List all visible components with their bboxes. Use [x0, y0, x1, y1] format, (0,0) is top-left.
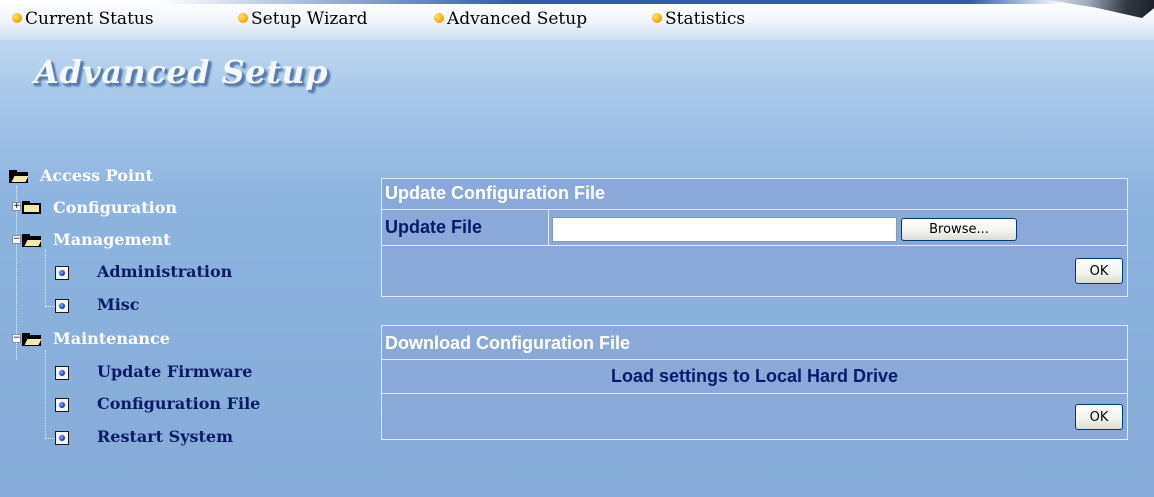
tree-item-misc[interactable]: Misc: [97, 295, 140, 315]
tree-connector: [45, 250, 46, 306]
download-config-panel: Download Configuration File Load setting…: [381, 325, 1128, 440]
update-file-input[interactable]: [552, 217, 897, 242]
page-title: Advanced Setup: [34, 53, 329, 91]
bullet-icon: [652, 13, 662, 23]
update-panel-title: Update Configuration File: [385, 183, 605, 203]
tree-item-configuration[interactable]: Configuration: [53, 198, 177, 218]
download-ok-button[interactable]: OK: [1075, 404, 1123, 430]
expand-icon[interactable]: +: [12, 202, 21, 211]
collapse-icon[interactable]: −: [12, 235, 21, 244]
update-file-row: Update File Browse...: [382, 210, 1127, 246]
nav-advanced-setup[interactable]: Advanced Setup: [434, 9, 587, 29]
download-description: Load settings to Local Hard Drive: [610, 366, 899, 386]
nav-accent-bar: [160, 0, 1060, 4]
tree-item-management[interactable]: Management: [53, 230, 171, 250]
bullet-icon: [12, 13, 22, 23]
update-ok-button[interactable]: OK: [1075, 258, 1123, 284]
download-action-row: OK: [382, 394, 1127, 439]
download-panel-title: Download Configuration File: [385, 333, 630, 353]
panel-header-row: Update Configuration File: [382, 179, 1127, 210]
tree-item-maintenance[interactable]: Maintenance: [53, 329, 170, 349]
folder-icon: [22, 201, 41, 214]
tree-item-update-firmware[interactable]: Update Firmware: [97, 362, 252, 382]
update-file-label: Update File: [385, 217, 483, 237]
browse-button[interactable]: Browse...: [901, 218, 1017, 241]
folder-open-icon: [22, 234, 42, 247]
nav-statistics-label: Statistics: [665, 9, 746, 29]
tree-item-administration[interactable]: Administration: [97, 262, 232, 282]
bullet-icon: [238, 13, 248, 23]
panel-header-row: Download Configuration File: [382, 326, 1127, 360]
tree-item-restart-system[interactable]: Restart System: [97, 427, 233, 447]
tree-connector: [45, 350, 46, 438]
nav-advanced-setup-label: Advanced Setup: [447, 9, 588, 29]
page-icon: [55, 299, 69, 313]
nav-current-status[interactable]: Current Status: [12, 9, 154, 29]
nav-setup-wizard-label: Setup Wizard: [251, 9, 368, 29]
tree-item-access-point[interactable]: Access Point: [40, 166, 153, 186]
page-icon: [55, 366, 69, 380]
cell-divider: [548, 210, 549, 245]
page-icon: [55, 431, 69, 445]
collapse-icon[interactable]: −: [12, 334, 21, 343]
page-icon: [55, 266, 69, 280]
bullet-icon: [434, 13, 444, 23]
nav-setup-wizard[interactable]: Setup Wizard: [238, 9, 368, 29]
top-navigation: Current Status Setup Wizard Advanced Set…: [0, 0, 1154, 40]
tree-item-configuration-file[interactable]: Configuration File: [97, 394, 260, 414]
download-description-row: Load settings to Local Hard Drive: [382, 360, 1127, 394]
nav-statistics[interactable]: Statistics: [652, 9, 745, 29]
nav-current-status-label: Current Status: [25, 9, 154, 29]
folder-open-icon: [9, 170, 29, 183]
tree-connector: [45, 306, 55, 307]
page-icon: [55, 398, 69, 412]
update-config-panel: Update Configuration File Update File Br…: [381, 178, 1128, 297]
folder-open-icon: [22, 333, 42, 346]
tree-connector: [45, 438, 55, 439]
update-action-row: OK: [382, 246, 1127, 296]
